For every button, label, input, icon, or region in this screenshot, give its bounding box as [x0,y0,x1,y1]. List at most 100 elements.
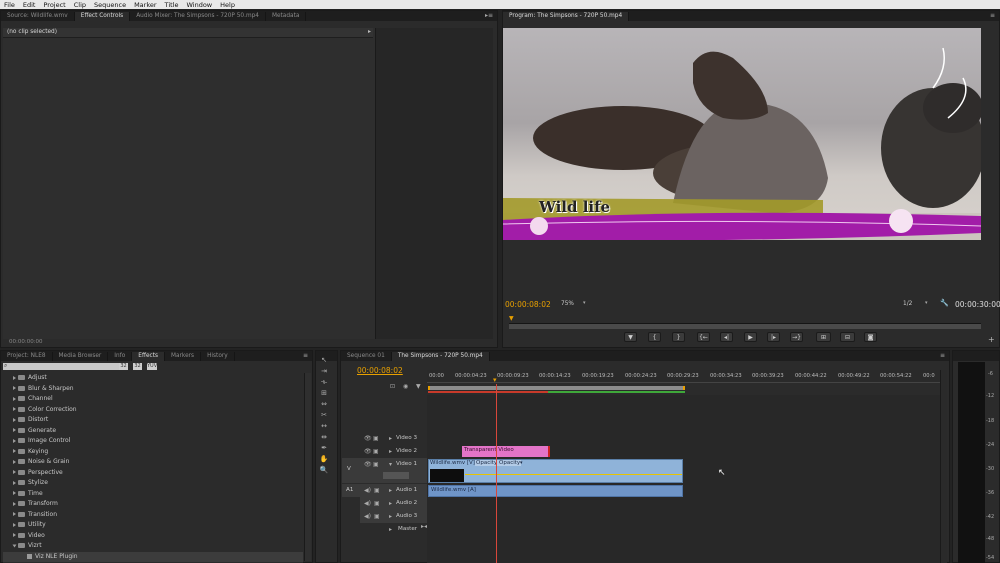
expand-arrow-icon[interactable] [13,491,16,495]
expand-arrow-icon[interactable] [13,533,16,537]
work-area-bar[interactable] [428,386,685,390]
effects-folder-image-control[interactable]: Image Control [3,436,70,446]
lock-icon[interactable]: ▣ [373,435,379,442]
panel-menu-icon[interactable]: ▸≡ [485,12,493,19]
pen-tool-icon[interactable]: ✒ [319,444,329,453]
add-marker-icon[interactable]: ◉ [403,383,408,390]
effects-folder-transition[interactable]: Transition [3,510,57,520]
slide-tool-icon[interactable]: ⇹ [319,433,329,442]
speaker-icon[interactable]: ◀) [364,513,371,520]
effects-folder-generate[interactable]: Generate [3,426,56,436]
extract-button[interactable]: ⊟ [840,332,855,342]
tab-info[interactable]: Info [108,352,133,361]
tab-metadata[interactable]: Metadata [266,12,307,21]
effect-viz-nle-plugin[interactable]: Viz NLE Plugin [3,551,303,562]
timeline-timecode[interactable]: 00:00:08:02 [357,366,403,375]
effects-folder-distort[interactable]: Distort [3,415,48,425]
expand-arrow-icon[interactable] [13,417,16,422]
program-current-timecode[interactable]: 00:00:08:02 [505,300,551,309]
mark-in-button[interactable]: { [648,332,661,342]
timeline-panel-menu-icon[interactable]: ≡ [940,352,945,359]
effects-folder-vizrt[interactable]: Vizrt [3,541,42,551]
expand-arrow-icon[interactable] [13,386,16,390]
eye-icon[interactable]: 👁 [364,461,372,468]
collapse-arrow-icon[interactable]: ▸ [389,513,392,520]
collapse-arrow-icon[interactable]: ▸ [389,448,392,455]
lock-icon[interactable]: ▣ [374,513,380,520]
track-display-controls[interactable] [383,472,409,479]
wildlife-audio-clip[interactable]: Wildlife.wmv [A] [428,485,683,497]
tab-media-browser[interactable]: Media Browser [53,352,109,361]
add-marker-button[interactable]: ▼ [624,332,637,342]
menu-file[interactable]: File [0,1,19,9]
hand-tool-icon[interactable]: ✋ [319,455,329,464]
tab-markers[interactable]: Markers [165,352,202,361]
menu-clip[interactable]: Clip [70,1,90,9]
eye-icon[interactable]: 👁 [364,448,372,455]
menu-edit[interactable]: Edit [19,1,40,9]
menu-project[interactable]: Project [39,1,69,9]
step-back-button[interactable]: ◂| [720,332,733,342]
zoom-select[interactable]: 75% [561,301,574,307]
razor-tool-icon[interactable]: ✂ [319,411,329,420]
effects-folder-stylize[interactable]: Stylize [3,478,48,488]
menu-title[interactable]: Title [161,1,183,9]
slip-tool-icon[interactable]: ↔ [319,422,329,431]
timeline-vertical-scrollbar[interactable] [940,370,947,563]
menu-help[interactable]: Help [216,1,239,9]
effects-panel-menu-icon[interactable]: ≡ [303,352,308,359]
expand-arrow-icon[interactable] [13,407,16,411]
yuv-icon[interactable]: YUV [147,363,157,370]
expand-arrow-icon[interactable]: ▾ [389,461,392,468]
lock-icon[interactable]: ▣ [374,500,380,507]
program-scrubber[interactable] [509,323,981,329]
v-track-target[interactable]: V [347,466,351,472]
expand-arrow-icon[interactable] [13,480,16,485]
program-panel-menu-icon[interactable]: ≡ [990,12,995,19]
lock-icon[interactable]: ▣ [373,461,379,468]
effects-folder-adjust[interactable]: Adjust [3,373,47,383]
speaker-icon[interactable]: ◀) [364,500,371,507]
master-meter-icon[interactable]: ▸◂ [421,523,427,530]
collapse-arrow-icon[interactable]: ▸ [389,500,392,507]
collapse-arrow-icon[interactable]: ▸ [389,526,392,533]
menu-marker[interactable]: Marker [130,1,160,9]
expand-arrow-icon[interactable] [13,501,16,506]
expand-arrow-icon[interactable] [12,544,17,547]
opacity-dropdown-icon[interactable]: ▾ [520,460,523,466]
step-forward-button[interactable]: |▸ [767,332,780,342]
effects-folder-video[interactable]: Video [3,531,45,541]
eye-icon[interactable]: 👁 [364,435,372,442]
playhead-handle-icon[interactable]: ▾ [493,376,497,384]
tab-program[interactable]: Program: The Simpsons - 720P 50.mp4 [503,12,630,21]
a1-track-target[interactable]: A1 [346,487,353,493]
tab-project[interactable]: Project: NLE8 [1,352,53,361]
expand-arrow-icon[interactable] [13,375,16,380]
tab-source[interactable]: Source: Wildlife.wmv [1,12,75,21]
expand-arrow-icon[interactable] [13,512,16,516]
tab-simpsons-sequence[interactable]: The Simpsons - 720P 50.mp4 [391,352,490,361]
expand-arrow-icon[interactable] [13,438,16,443]
tab-effects[interactable]: Effects [132,352,165,361]
resolution-select[interactable]: 1/2 [903,301,912,307]
collapse-arrow-icon[interactable]: ▸ [389,487,392,494]
opacity-dropdown[interactable]: Opacity [498,460,522,466]
wildlife-video-clip[interactable]: Wildlife.wmv [V] Opacity Opacity ▾ [428,459,683,483]
zoom-tool-icon[interactable]: 🔍 [319,466,329,475]
effects-scrollbar[interactable] [304,373,311,561]
new-preset-bin-icon[interactable]: 32 [133,363,142,370]
opacity-label[interactable]: Opacity [475,460,499,466]
go-to-in-button[interactable]: {← [697,332,710,342]
expand-arrow-icon[interactable] [13,428,16,432]
lift-button[interactable]: ⊞ [816,332,831,342]
zoom-dropdown-icon[interactable]: ▾ [583,300,586,306]
collapse-arrow-icon[interactable]: ▸ [389,435,392,442]
effects-folder-perspective[interactable]: Perspective [3,468,63,478]
snap-icon[interactable]: ⊡ [390,383,395,390]
expand-arrow-icon[interactable]: ▸ [368,28,371,35]
effects-folder-transform[interactable]: Transform [3,499,58,509]
transparent-video-clip[interactable]: Transparent Video [462,446,550,457]
tab-history[interactable]: History [201,352,235,361]
play-button[interactable]: ▶ [744,332,757,342]
effects-folder-time[interactable]: Time [3,489,43,499]
